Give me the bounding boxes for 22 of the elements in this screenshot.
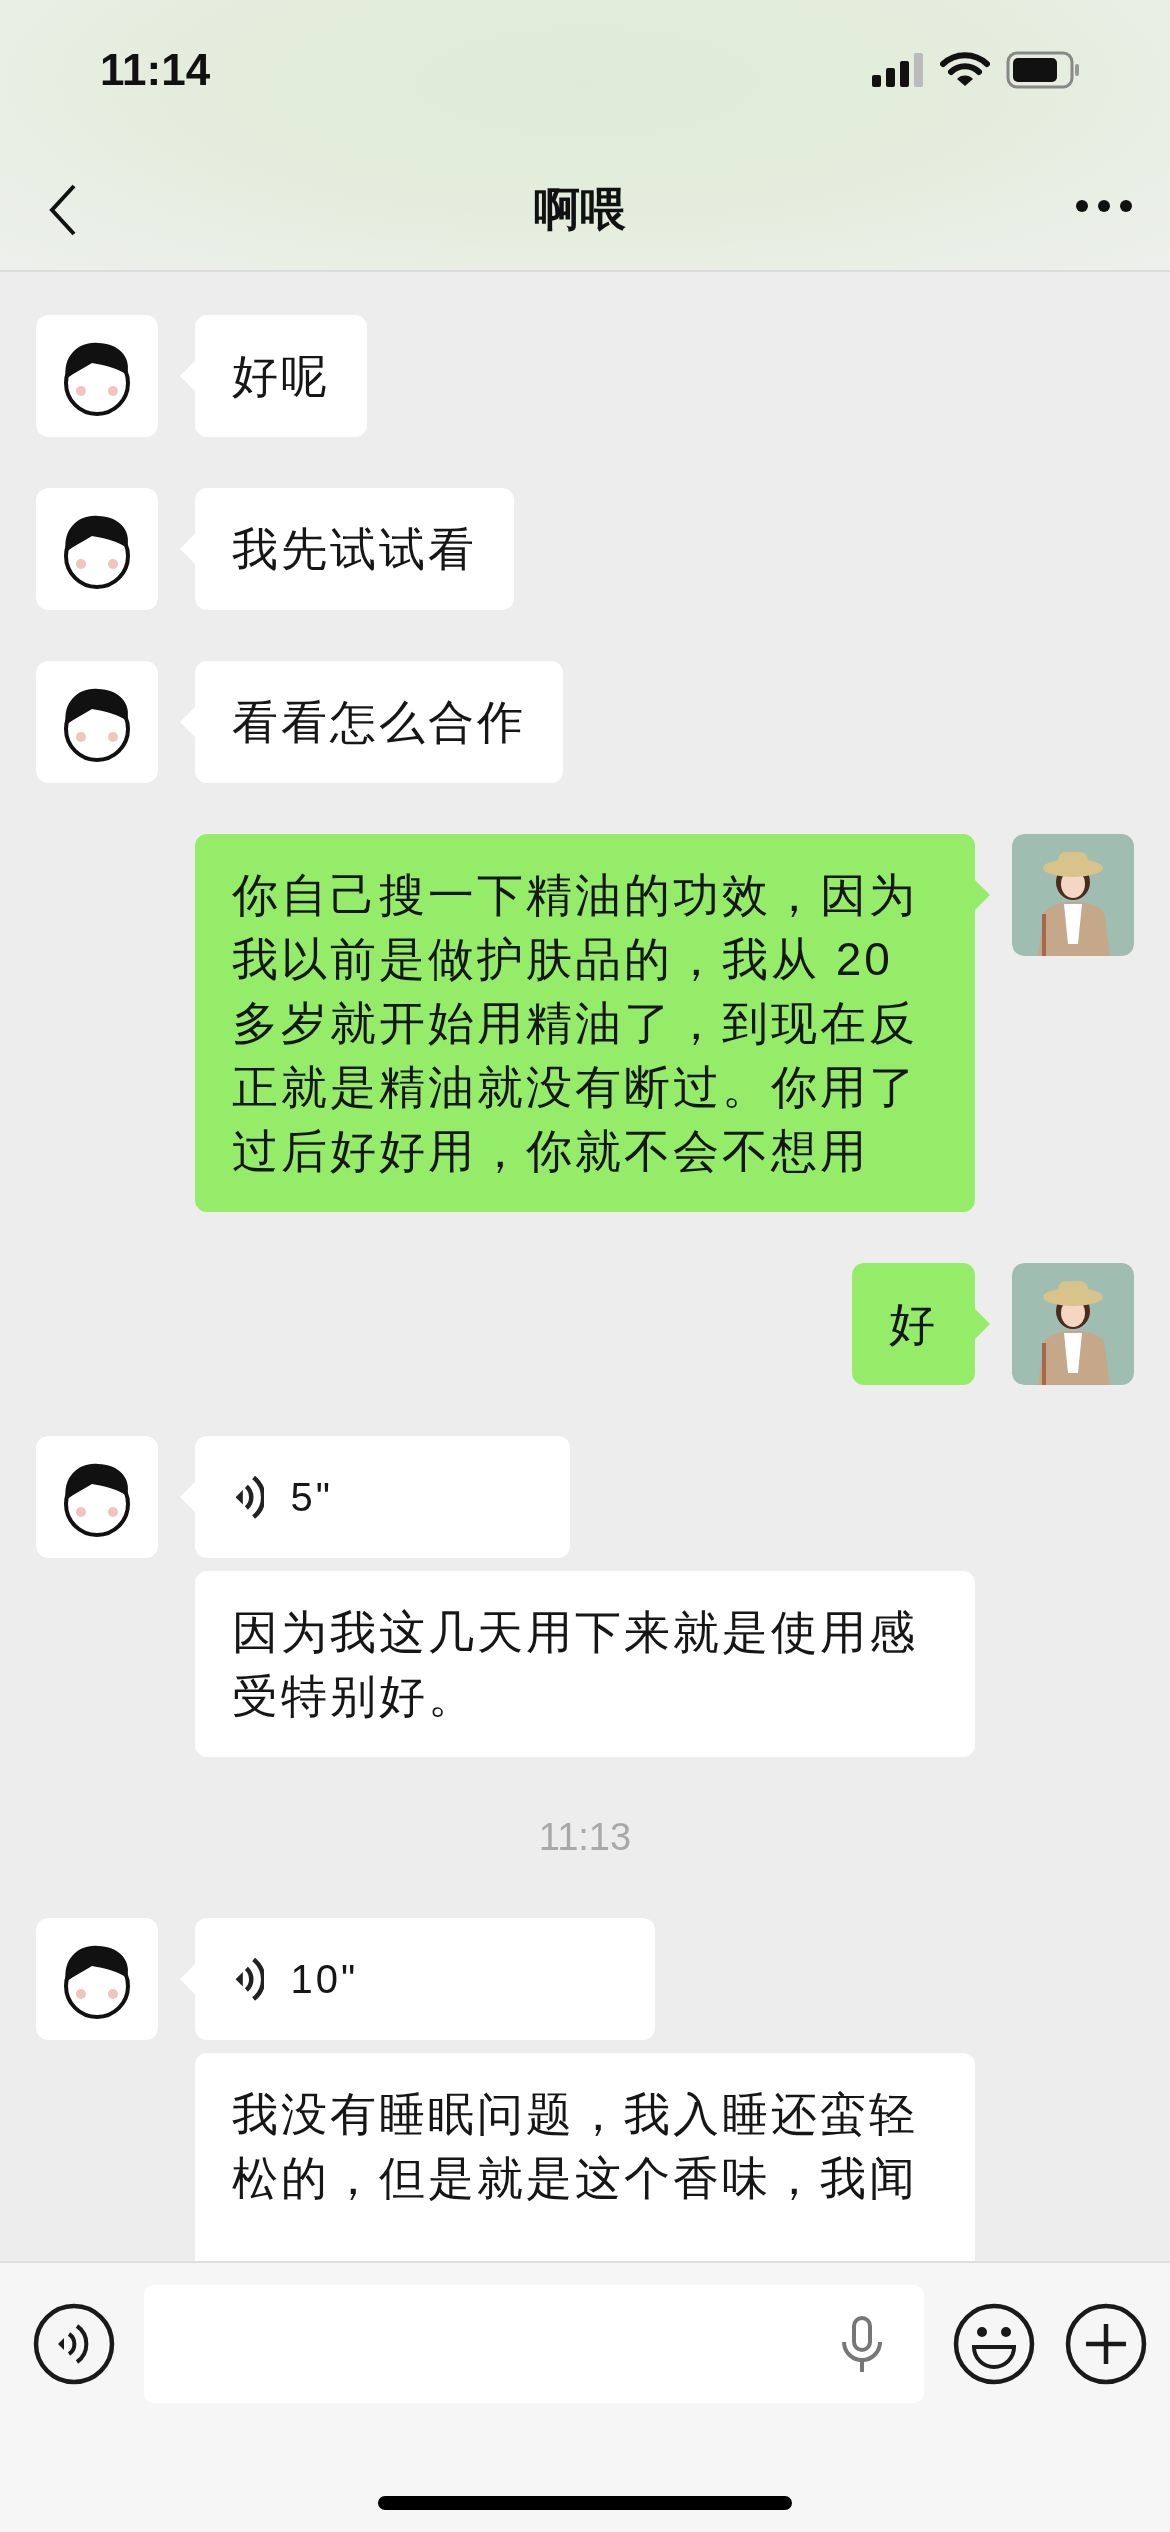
emoji-button[interactable] bbox=[952, 2302, 1036, 2386]
add-button[interactable] bbox=[1064, 2302, 1148, 2386]
voice-message[interactable]: 10" bbox=[195, 1918, 655, 2040]
message-bubble: 你自己搜一下精油的功效，因为我以前是做护肤品的，我从 20 多岁就开始用精油了，到现在反正就是精油就没有断过。你用了过后好好用，你就不会不想用 bbox=[195, 834, 975, 1212]
message-bubble: 我先试试看 bbox=[195, 488, 514, 610]
message-bubble: 好 bbox=[852, 1263, 975, 1385]
battery-icon bbox=[1006, 51, 1080, 89]
voice-input-button[interactable] bbox=[32, 2302, 116, 2386]
microphone-icon[interactable] bbox=[840, 2316, 884, 2372]
status-time: 11:14 bbox=[100, 45, 211, 95]
signal-icon bbox=[872, 53, 924, 87]
timestamp: 11:13 bbox=[538, 1816, 632, 1859]
voice-duration: 10" bbox=[290, 1956, 359, 2003]
message-input[interactable] bbox=[144, 2285, 924, 2403]
voice-duration: 5" bbox=[290, 1474, 333, 1521]
message-bubble: 好呢 bbox=[195, 315, 367, 437]
wifi-icon bbox=[940, 52, 990, 88]
message-bubble: 看看怎么合作 bbox=[195, 661, 563, 783]
message-bubble: 我没有睡眠问题，我入睡还蛮轻松的，但是就是这个香味，我闻 bbox=[195, 2053, 975, 2261]
voice-message[interactable]: 5" bbox=[195, 1436, 570, 1558]
chat-title: 啊喂 bbox=[534, 182, 626, 237]
message-bubble: 因为我这几天用下来就是使用感受特别好。 bbox=[195, 1571, 975, 1757]
